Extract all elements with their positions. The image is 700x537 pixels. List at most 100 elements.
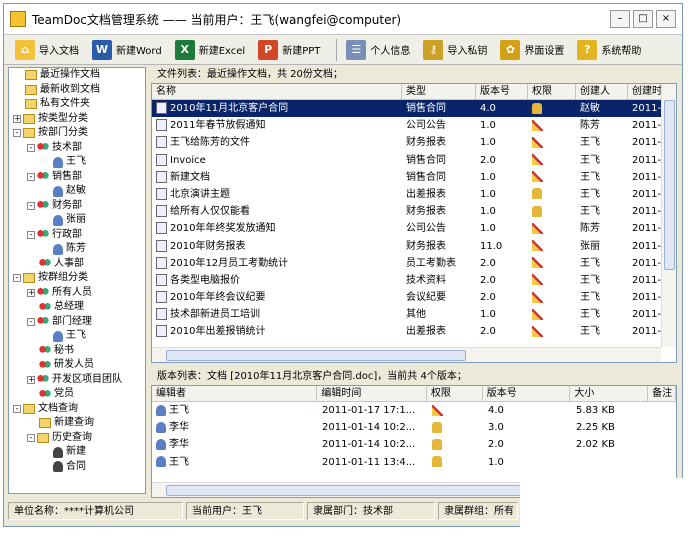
tree-item[interactable]: 新建 bbox=[9, 445, 145, 460]
toolbar-button-word[interactable]: W 新建Word bbox=[89, 37, 165, 63]
folder-icon bbox=[23, 128, 35, 139]
binoculars-icon bbox=[53, 446, 63, 458]
group-icon bbox=[37, 316, 49, 328]
toolbar-button-settings[interactable]: ✿ 界面设置 bbox=[497, 37, 567, 63]
collapse-icon[interactable]: - bbox=[27, 172, 35, 181]
file-row[interactable]: 技术部新进员工培训 其他 1.0 王飞 2011- bbox=[152, 306, 676, 323]
tree-item-label: 最新收到文档 bbox=[40, 83, 100, 95]
file-grid[interactable]: 名称 类型 版本号 权限 创建人 创建时 2010年11月北京客户合同 销售合同 4.0 赵敏 2… bbox=[151, 83, 677, 363]
version-column-header[interactable]: 大小 bbox=[570, 386, 649, 401]
close-button[interactable]: × bbox=[656, 10, 676, 28]
tree-item[interactable]: 最近操作文档 bbox=[9, 68, 145, 83]
file-permission-cell bbox=[528, 152, 576, 169]
file-ver-cell: 1.0 bbox=[480, 137, 496, 149]
toolbar-button-key[interactable]: ⚷ 导入私钥 bbox=[420, 37, 490, 63]
file-column-header[interactable]: 创建人 bbox=[576, 84, 628, 99]
tree-item[interactable]: - 文档查询 bbox=[9, 402, 145, 417]
file-row[interactable]: 2010年年终奖发放通知 公司公告 1.0 陈芳 2011- bbox=[152, 220, 676, 237]
version-row[interactable]: 王飞 2011-01-11 13:4... 1.0 bbox=[152, 454, 676, 471]
expand-icon[interactable]: + bbox=[27, 375, 35, 384]
file-row[interactable]: 2010年财务报表 财务报表 11.0 张丽 2011- bbox=[152, 238, 676, 255]
toolbar-button-folder-open[interactable]: ⌂ 导入文档 bbox=[12, 37, 82, 63]
version-column-header[interactable]: 编辑者 bbox=[152, 386, 318, 401]
tree-item[interactable]: + 所有人员 bbox=[9, 286, 145, 301]
tree-item[interactable]: 私有文件夹 bbox=[9, 97, 145, 112]
tree-item[interactable]: 秘书 bbox=[9, 344, 145, 359]
collapse-icon[interactable]: - bbox=[27, 201, 35, 210]
expand-icon[interactable]: + bbox=[13, 114, 21, 123]
tree-item[interactable]: 总经理 bbox=[9, 300, 145, 315]
file-row[interactable]: 2010年年终会议纪要 会议纪要 2.0 王飞 2011- bbox=[152, 289, 676, 306]
collapse-icon[interactable]: - bbox=[27, 317, 35, 326]
file-row[interactable]: 北京演讲主题 出差报表 1.0 王飞 2011- bbox=[152, 186, 676, 203]
version-row[interactable]: 王飞 2011-01-17 17:1... 4.0 5.83 KB bbox=[152, 402, 676, 419]
file-creator-cell: 王飞 bbox=[580, 137, 600, 149]
tree-item[interactable]: 王飞 bbox=[9, 329, 145, 344]
tree-item[interactable]: - 按部门分类 bbox=[9, 126, 145, 141]
tree-item[interactable]: 陈芳 bbox=[9, 242, 145, 257]
tree-item[interactable]: 王飞 bbox=[9, 155, 145, 170]
toolbar-button-user-info[interactable]: ☰ 个人信息 bbox=[343, 37, 413, 63]
collapse-icon[interactable]: - bbox=[13, 404, 21, 413]
file-row[interactable]: Invoice 销售合同 2.0 王飞 2011- bbox=[152, 152, 676, 169]
file-grid-horizontal-scrollbar[interactable] bbox=[152, 347, 661, 362]
tree-item[interactable]: 张丽 bbox=[9, 213, 145, 228]
tree-item[interactable]: - 按群组分类 bbox=[9, 271, 145, 286]
tree-item[interactable]: 赵敏 bbox=[9, 184, 145, 199]
tree-item-label: 人事部 bbox=[54, 257, 84, 269]
tree-item[interactable]: 党员 bbox=[9, 387, 145, 402]
file-row[interactable]: 新建文档 销售合同 1.0 王飞 2011- bbox=[152, 169, 676, 186]
version-row[interactable]: 李华 2011-01-14 10:2... 2.0 2.02 KB bbox=[152, 436, 676, 453]
file-ver-cell: 2.0 bbox=[480, 326, 496, 338]
tree-item[interactable]: - 销售部 bbox=[9, 170, 145, 185]
version-column-header[interactable]: 备注 bbox=[648, 386, 676, 401]
file-row[interactable]: 2010年11月北京客户合同 销售合同 4.0 赵敏 2011- bbox=[152, 100, 676, 118]
tree-item[interactable]: - 财务部 bbox=[9, 199, 145, 214]
version-row[interactable]: 李华 2011-01-14 10:2... 3.0 2.25 KB bbox=[152, 419, 676, 436]
toolbar-button-powerpoint[interactable]: P 新建PPT bbox=[255, 37, 323, 63]
file-column-header[interactable]: 名称 bbox=[152, 84, 402, 99]
minimize-button[interactable]: – bbox=[610, 10, 630, 28]
tree-item[interactable]: - 行政部 bbox=[9, 228, 145, 243]
maximize-button[interactable]: □ bbox=[633, 10, 653, 28]
version-column-header[interactable]: 编辑时间 bbox=[317, 386, 427, 401]
collapse-icon[interactable]: - bbox=[27, 433, 35, 442]
toolbar-button-excel[interactable]: X 新建Excel bbox=[172, 37, 249, 63]
tree-item[interactable]: 合同 bbox=[9, 460, 145, 475]
file-row[interactable]: 给所有人仅仅能看 财务报表 1.0 王飞 2011- bbox=[152, 203, 676, 220]
collapse-icon[interactable]: - bbox=[13, 129, 21, 138]
file-grid-vertical-scrollbar[interactable] bbox=[661, 84, 676, 347]
version-editor-cell: 李华 bbox=[152, 436, 318, 453]
tree-item[interactable]: - 技术部 bbox=[9, 141, 145, 156]
tree-item[interactable]: + 开发区项目团队 bbox=[9, 373, 145, 388]
collapse-icon[interactable]: - bbox=[27, 143, 35, 152]
tree-item[interactable]: 研发人员 bbox=[9, 358, 145, 373]
tree-item[interactable]: 最新收到文档 bbox=[9, 83, 145, 98]
navigation-tree[interactable]: 最近操作文档 最新收到文档 私有文件夹 + 按类型分类 - 按部门分类 - 技术部 王飞 - 销售部赵… bbox=[8, 67, 146, 494]
tree-item[interactable]: - 部门经理 bbox=[9, 315, 145, 330]
expand-icon[interactable]: + bbox=[27, 288, 35, 297]
file-ver-cell: 1.0 bbox=[480, 206, 496, 218]
file-row[interactable]: 2011年春节放假通知 公司公告 1.0 陈芳 2011- bbox=[152, 117, 676, 134]
toolbar-button-help[interactable]: ? 系统帮助 bbox=[574, 37, 644, 63]
tree-item[interactable]: 新建查询 bbox=[9, 416, 145, 431]
file-row[interactable]: 王飞给陈芳的文件 财务报表 1.0 王飞 2011- bbox=[152, 134, 676, 151]
file-name: 2010年财务报表 bbox=[170, 240, 246, 252]
document-icon bbox=[156, 308, 167, 321]
file-column-header[interactable]: 类型 bbox=[402, 84, 476, 99]
tree-item[interactable]: + 按类型分类 bbox=[9, 112, 145, 127]
group-icon bbox=[39, 258, 51, 270]
tree-item[interactable]: - 历史查询 bbox=[9, 431, 145, 446]
tree-item[interactable]: 人事部 bbox=[9, 257, 145, 272]
file-row[interactable]: 2010年出差报销统计 出差报表 2.0 王飞 2011- bbox=[152, 323, 676, 340]
version-column-header[interactable]: 版本号 bbox=[483, 386, 571, 401]
collapse-icon[interactable]: - bbox=[27, 230, 35, 239]
file-permission-cell bbox=[528, 186, 576, 203]
version-column-header[interactable]: 权限 bbox=[427, 386, 483, 401]
file-row[interactable]: 2010年12月员工考勤统计 员工考勤表 2.0 王飞 2011- bbox=[152, 255, 676, 272]
collapse-icon[interactable]: - bbox=[13, 274, 21, 283]
file-column-header[interactable]: 版本号 bbox=[476, 84, 528, 99]
file-column-header[interactable]: 权限 bbox=[528, 84, 576, 99]
lock-icon bbox=[432, 456, 442, 468]
file-row[interactable]: 各类型电脑报价 技术资料 2.0 王飞 2011- bbox=[152, 272, 676, 289]
